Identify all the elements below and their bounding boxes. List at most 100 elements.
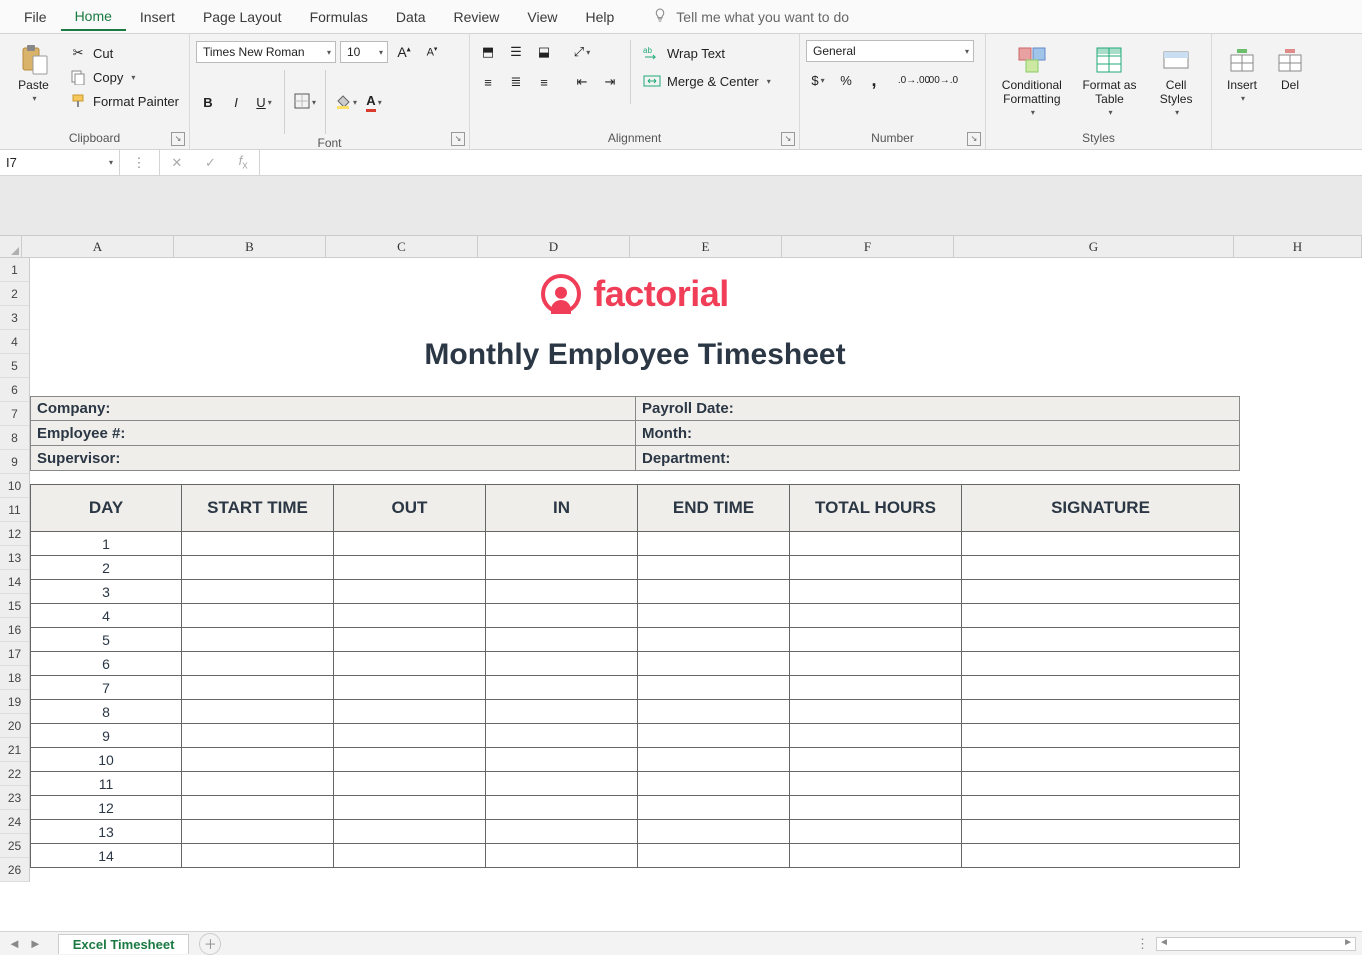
row-header-26[interactable]: 26 — [0, 858, 30, 882]
ts-cell[interactable] — [638, 652, 790, 676]
fill-color-button[interactable]: ▾ — [334, 90, 358, 114]
italic-button[interactable]: I — [224, 90, 248, 114]
ts-cell[interactable] — [962, 844, 1240, 868]
ts-cell[interactable] — [334, 628, 486, 652]
ts-cell[interactable] — [182, 532, 334, 556]
ts-cell[interactable] — [790, 532, 962, 556]
ts-header-total-hours[interactable]: TOTAL HOURS — [790, 484, 962, 532]
row-header-11[interactable]: 11 — [0, 498, 30, 522]
ts-day-cell[interactable]: 14 — [30, 844, 182, 868]
ts-cell[interactable] — [182, 700, 334, 724]
tab-file[interactable]: File — [10, 3, 61, 30]
row-header-14[interactable]: 14 — [0, 570, 30, 594]
font-color-button[interactable]: A▾ — [362, 90, 386, 114]
ts-cell[interactable] — [962, 676, 1240, 700]
ts-cell[interactable] — [182, 604, 334, 628]
tab-insert[interactable]: Insert — [126, 3, 189, 30]
ts-cell[interactable] — [638, 772, 790, 796]
align-center-button[interactable]: ≣ — [504, 70, 528, 94]
ts-header-signature[interactable]: SIGNATURE — [962, 484, 1240, 532]
payroll-date-label[interactable]: Payroll Date: — [635, 396, 1240, 421]
cancel-formula-button[interactable]: ✕ — [171, 155, 182, 171]
increase-indent-button[interactable]: ⇥ — [598, 70, 622, 94]
underline-button[interactable]: U▾ — [252, 90, 276, 114]
ts-cell[interactable] — [790, 748, 962, 772]
formula-input[interactable] — [260, 150, 1362, 175]
dialog-launcher-alignment[interactable]: ↘ — [781, 132, 795, 146]
ts-cell[interactable] — [486, 820, 638, 844]
ts-header-start-time[interactable]: START TIME — [182, 484, 334, 532]
ts-day-cell[interactable]: 8 — [30, 700, 182, 724]
ts-cell[interactable] — [486, 604, 638, 628]
ts-cell[interactable] — [638, 532, 790, 556]
ts-day-cell[interactable]: 6 — [30, 652, 182, 676]
ts-cell[interactable] — [334, 580, 486, 604]
dialog-launcher-font[interactable]: ↘ — [451, 132, 465, 146]
row-header-4[interactable]: 4 — [0, 330, 30, 354]
horizontal-scrollbar[interactable] — [1156, 937, 1356, 951]
ts-cell[interactable] — [182, 676, 334, 700]
ts-cell[interactable] — [962, 532, 1240, 556]
ts-cell[interactable] — [182, 748, 334, 772]
add-sheet-button[interactable]: ＋ — [199, 933, 221, 955]
supervisor-label[interactable]: Supervisor: — [30, 446, 635, 471]
row-header-18[interactable]: 18 — [0, 666, 30, 690]
sheet-tab-active[interactable]: Excel Timesheet — [58, 934, 190, 954]
ts-header-out[interactable]: OUT — [334, 484, 486, 532]
row-header-7[interactable]: 7 — [0, 402, 30, 426]
ts-cell[interactable] — [486, 724, 638, 748]
ts-cell[interactable] — [334, 532, 486, 556]
ts-cell[interactable] — [486, 532, 638, 556]
ts-cell[interactable] — [790, 628, 962, 652]
font-size-select[interactable]: 10▾ — [340, 41, 388, 63]
font-name-select[interactable]: Times New Roman▾ — [196, 41, 336, 63]
ts-cell[interactable] — [334, 724, 486, 748]
ts-cell[interactable] — [790, 772, 962, 796]
row-header-12[interactable]: 12 — [0, 522, 30, 546]
ts-cell[interactable] — [334, 556, 486, 580]
ts-cell[interactable] — [486, 676, 638, 700]
ts-cell[interactable] — [334, 844, 486, 868]
ts-cell[interactable] — [790, 724, 962, 748]
row-header-20[interactable]: 20 — [0, 714, 30, 738]
tab-formulas[interactable]: Formulas — [296, 3, 382, 30]
row-header-16[interactable]: 16 — [0, 618, 30, 642]
orientation-button[interactable]: ⤢▾ — [570, 40, 594, 64]
fx-icon[interactable]: fx — [239, 153, 248, 172]
ts-cell[interactable] — [790, 604, 962, 628]
ts-cell[interactable] — [962, 652, 1240, 676]
cell-styles-button[interactable]: Cell Styles▾ — [1148, 40, 1204, 117]
ts-cell[interactable] — [182, 820, 334, 844]
format-as-table-button[interactable]: Format as Table▾ — [1076, 40, 1142, 117]
ts-cell[interactable] — [182, 628, 334, 652]
ts-cell[interactable] — [962, 604, 1240, 628]
more-icon[interactable]: ⋮ — [133, 155, 147, 171]
ts-cell[interactable] — [638, 724, 790, 748]
ts-cell[interactable] — [486, 796, 638, 820]
percent-button[interactable]: % — [834, 68, 858, 92]
ts-cell[interactable] — [182, 724, 334, 748]
ts-cell[interactable] — [486, 772, 638, 796]
align-bottom-button[interactable]: ⬓ — [532, 40, 556, 64]
ts-cell[interactable] — [638, 604, 790, 628]
delete-cells-button[interactable]: Del — [1270, 40, 1310, 92]
bold-button[interactable]: B — [196, 90, 220, 114]
ts-cell[interactable] — [638, 580, 790, 604]
ts-day-cell[interactable]: 4 — [30, 604, 182, 628]
ts-cell[interactable] — [638, 748, 790, 772]
ts-cell[interactable] — [486, 652, 638, 676]
ts-cell[interactable] — [182, 844, 334, 868]
ts-cell[interactable] — [962, 556, 1240, 580]
format-painter-button[interactable]: Format Painter — [65, 90, 183, 112]
ts-day-cell[interactable]: 5 — [30, 628, 182, 652]
ts-cell[interactable] — [334, 700, 486, 724]
ts-cell[interactable] — [334, 772, 486, 796]
ts-cell[interactable] — [182, 796, 334, 820]
ts-day-cell[interactable]: 13 — [30, 820, 182, 844]
row-header-3[interactable]: 3 — [0, 306, 30, 330]
ts-day-cell[interactable]: 9 — [30, 724, 182, 748]
number-format-select[interactable]: General▾ — [806, 40, 974, 62]
column-header-C[interactable]: C — [326, 236, 478, 257]
insert-cells-button[interactable]: Insert▾ — [1218, 40, 1266, 103]
accept-formula-button[interactable]: ✓ — [205, 155, 216, 171]
